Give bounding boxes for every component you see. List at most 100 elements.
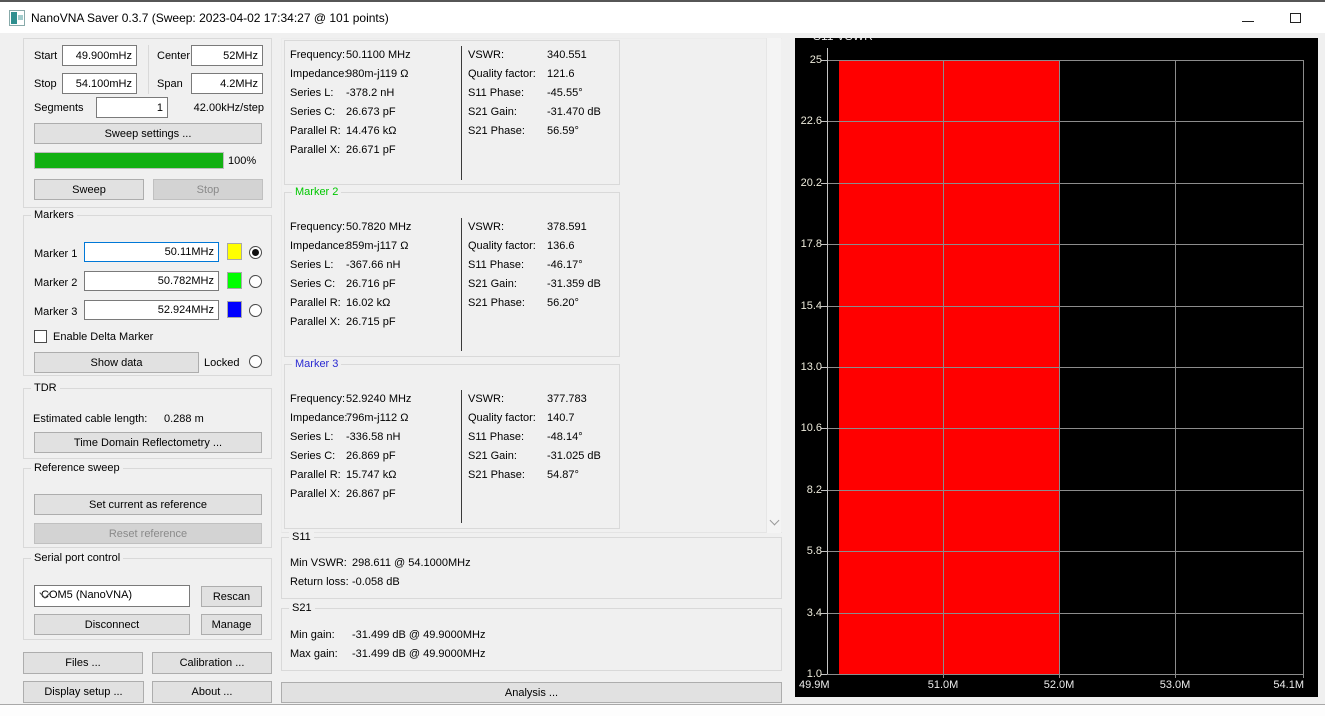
reference-sweep-group: Reference sweep Set current as reference… <box>23 468 272 548</box>
detail-value: 26.673 pF <box>346 103 396 122</box>
cable-length-label: Estimated cable length: <box>33 412 147 426</box>
enable-delta-marker-checkbox[interactable] <box>34 330 47 343</box>
progress-percent: 100% <box>228 154 256 168</box>
detail-value: 136.6 <box>547 237 575 256</box>
minimize-button[interactable] <box>1233 8 1263 30</box>
detail-value: 378.591 <box>547 218 587 237</box>
gridline <box>827 244 1303 245</box>
gridline <box>1059 60 1060 678</box>
marker2-frequency-input[interactable] <box>84 271 219 291</box>
serial-port-group: Serial port control COM5 (NanoVNA) Resca… <box>23 558 272 640</box>
column-divider <box>148 45 149 94</box>
detail-value: 56.20° <box>547 294 579 313</box>
set-reference-button[interactable]: Set current as reference <box>34 494 262 515</box>
sweep-settings-button[interactable]: Sweep settings ... <box>34 123 262 144</box>
summary-label: Max gain: <box>290 645 338 664</box>
window-bottom-edge <box>0 705 1325 716</box>
marker1-frequency-input[interactable] <box>84 242 219 262</box>
locked-radio[interactable] <box>249 355 262 368</box>
marker1-select-radio[interactable] <box>249 246 262 259</box>
analysis-button[interactable]: Analysis ... <box>281 682 782 703</box>
marker2-select-radio[interactable] <box>249 275 262 288</box>
detail-label: Frequency: <box>290 218 345 237</box>
x-tick-label: 53.0M <box>1153 678 1197 692</box>
gridline <box>827 367 1303 368</box>
gridline <box>827 674 1303 675</box>
detail-label: Series C: <box>290 275 335 294</box>
calibration-button[interactable]: Calibration ... <box>152 652 272 674</box>
y-tick-label: 20.2 <box>795 176 822 190</box>
minimize-icon <box>1242 21 1254 22</box>
marker2-detail-title: Marker 2 <box>292 186 341 199</box>
start-frequency-input[interactable] <box>62 45 137 66</box>
detail-value: 26.671 pF <box>346 141 396 160</box>
detail-label: S11 Phase: <box>468 428 524 447</box>
summary-value: -31.499 dB @ 49.9000MHz <box>352 645 485 664</box>
stop-button[interactable]: Stop <box>153 179 263 200</box>
tdr-button[interactable]: Time Domain Reflectometry ... <box>34 432 262 453</box>
marker3-select-radio[interactable] <box>249 304 262 317</box>
detail-value: 121.6 <box>547 65 575 84</box>
detail-value: -31.470 dB <box>547 103 601 122</box>
detail-label: Series C: <box>290 447 335 466</box>
detail-label: Parallel R: <box>290 294 341 313</box>
marker3-color-swatch[interactable] <box>227 301 242 318</box>
detail-label: Parallel X: <box>290 485 340 504</box>
gridline <box>827 490 1303 491</box>
detail-label: Quality factor: <box>468 237 536 256</box>
detail-label: S21 Gain: <box>468 103 517 122</box>
y-tick-label: 15.4 <box>795 299 822 313</box>
disconnect-button[interactable]: Disconnect <box>34 614 190 635</box>
y-tick-label: 13.0 <box>795 360 822 374</box>
segments-input[interactable] <box>96 97 168 118</box>
detail-value: 14.476 kΩ <box>346 122 396 141</box>
detail-value: 52.9240 MHz <box>346 390 411 409</box>
marker-details-scrollbar[interactable] <box>766 38 781 533</box>
display-setup-button[interactable]: Display setup ... <box>23 681 144 703</box>
sweep-control-group: Start Center Stop Span Segments 42.00kHz… <box>23 38 272 208</box>
nanovna-saver-window: NanoVNA Saver 0.3.7 (Sweep: 2023-04-02 1… <box>0 0 1325 716</box>
detail-label: Parallel X: <box>290 141 340 160</box>
detail-label: S11 Phase: <box>468 256 524 275</box>
detail-label: Impedance: <box>290 237 347 256</box>
manage-button[interactable]: Manage <box>201 614 262 635</box>
gridline <box>827 121 1303 122</box>
s21-summary-group: S21 Min gain:-31.499 dB @ 49.9000MHz Max… <box>281 608 782 671</box>
app-icon <box>9 10 25 26</box>
y-tick-label: 17.8 <box>795 237 822 251</box>
rescan-button[interactable]: Rescan <box>201 586 262 607</box>
stop-frequency-input[interactable] <box>62 73 137 94</box>
detail-value: 15.747 kΩ <box>346 466 396 485</box>
s11-vswr-chart[interactable]: S11 VSWR 25 22.6 20.2 17. <box>795 38 1318 697</box>
detail-label: Frequency: <box>290 46 345 65</box>
y-tick-label: 8.2 <box>795 483 822 497</box>
detail-value: 980m-j119 Ω <box>346 65 408 84</box>
y-axis-line <box>827 48 828 674</box>
x-tick-label: 49.9M <box>799 678 843 692</box>
gridline <box>827 306 1303 307</box>
column-separator <box>461 46 462 180</box>
marker1-label: Marker 1 <box>34 247 77 261</box>
files-button[interactable]: Files ... <box>23 652 143 674</box>
center-frequency-input[interactable] <box>191 45 263 66</box>
about-button[interactable]: About ... <box>152 681 272 703</box>
summary-value: 298.611 @ 54.1000MHz <box>352 554 471 573</box>
reset-reference-button[interactable]: Reset reference <box>34 523 262 544</box>
serial-port-select[interactable]: COM5 (NanoVNA) <box>34 585 190 607</box>
column-separator <box>461 218 462 351</box>
locked-label: Locked <box>204 356 239 370</box>
span-frequency-input[interactable] <box>191 73 263 94</box>
detail-label: Parallel X: <box>290 313 340 332</box>
detail-label: S21 Gain: <box>468 447 517 466</box>
marker1-color-swatch[interactable] <box>227 243 242 260</box>
sweep-button[interactable]: Sweep <box>34 179 144 200</box>
detail-label: Frequency: <box>290 390 345 409</box>
maximize-button[interactable] <box>1281 8 1311 30</box>
marker3-frequency-input[interactable] <box>84 300 219 320</box>
detail-value: 796m-j112 Ω <box>346 409 408 428</box>
markers-group: Markers Marker 1 Marker 2 Marker 3 Enabl… <box>23 215 272 376</box>
show-data-button[interactable]: Show data <box>34 352 199 373</box>
marker2-color-swatch[interactable] <box>227 272 242 289</box>
detail-value: 50.7820 MHz <box>346 218 411 237</box>
detail-label: Series L: <box>290 84 333 103</box>
